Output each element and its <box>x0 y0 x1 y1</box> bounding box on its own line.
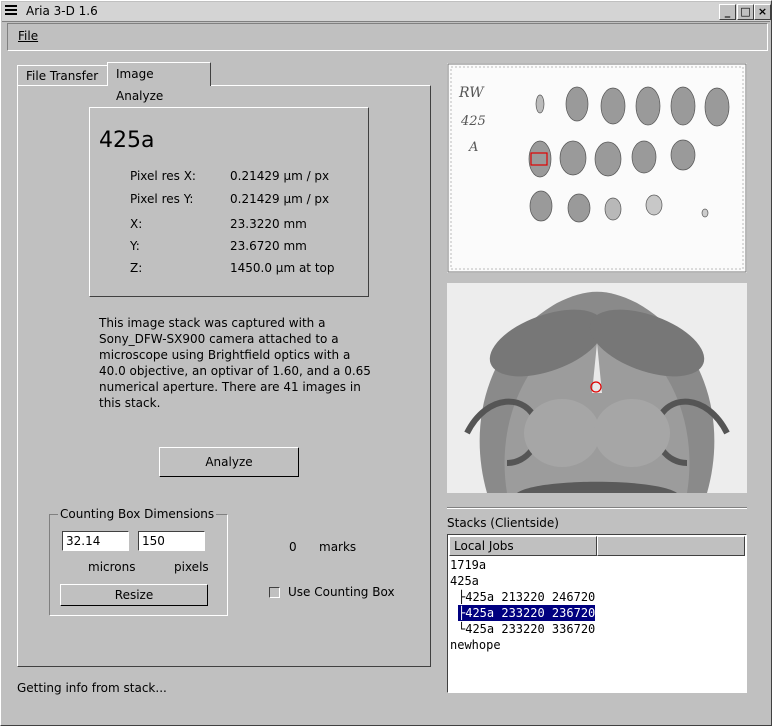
close-button[interactable]: × <box>754 4 771 20</box>
stack-name: 425a <box>99 128 155 153</box>
microns-label: microns <box>88 560 136 574</box>
x-label: X: <box>130 217 143 231</box>
marks-count: 0 <box>289 540 297 554</box>
stacks-title: Stacks (Clientside) <box>447 516 559 530</box>
brain-section-graphic <box>447 283 747 493</box>
y-value: 23.6720 mm <box>230 239 307 253</box>
pixel-res-y-label: Pixel res Y: <box>130 192 194 206</box>
slide-overview-graphic: RW 425 A <box>447 63 747 273</box>
tree-row-425a-213220[interactable]: ├425a 213220 246720 <box>458 589 595 605</box>
counting-box-legend: Counting Box Dimensions <box>58 507 217 521</box>
status-text: Getting info from stack... <box>17 681 167 695</box>
slide-label-line3: A <box>468 140 478 155</box>
pixel-res-x-label: Pixel res X: <box>130 169 196 183</box>
tree-row-1719a[interactable]: 1719a <box>450 557 486 573</box>
slide-label-line1: RW <box>458 85 485 101</box>
tree-row-newhope[interactable]: newhope <box>450 637 501 653</box>
pixels-input[interactable]: 150 <box>138 531 205 551</box>
window-title: Aria 3-D 1.6 <box>26 4 98 18</box>
stacks-separator <box>447 507 747 509</box>
tab-file-transfer[interactable]: File Transfer <box>17 65 109 85</box>
microscope-section-image[interactable] <box>447 283 747 493</box>
stack-description: This image stack was captured with a Son… <box>99 316 371 410</box>
resize-button[interactable]: Resize <box>60 584 208 606</box>
column-header-local-jobs[interactable]: Local Jobs <box>449 536 597 556</box>
app-window: Aria 3-D 1.6 _ □ × File File Transfer Im… <box>0 0 772 726</box>
use-counting-box-label[interactable]: Use Counting Box <box>288 585 395 599</box>
x-value: 23.3220 mm <box>230 217 307 231</box>
marks-label: marks <box>319 540 357 554</box>
stack-info-box: 425a Pixel res X: 0.21429 µm / px Pixel … <box>89 107 369 297</box>
tree-row-425a-233220-336720[interactable]: └425a 233220 336720 <box>458 621 595 637</box>
maximize-button[interactable]: □ <box>737 4 754 20</box>
pixels-label: pixels <box>174 560 209 574</box>
pixel-res-y-value: 0.21429 µm / px <box>230 192 330 206</box>
system-menu-icon[interactable] <box>5 5 17 17</box>
slide-overview-image[interactable]: RW 425 A <box>447 63 747 273</box>
tab-image-analyze[interactable]: Image Analyze <box>107 62 211 103</box>
menu-bar: File <box>7 23 768 51</box>
z-value: 1450.0 µm at top <box>230 261 335 275</box>
column-header-empty[interactable] <box>597 536 745 556</box>
use-counting-box-checkbox[interactable] <box>269 587 280 598</box>
menu-file[interactable]: File <box>18 29 38 43</box>
minimize-button[interactable]: _ <box>719 4 736 20</box>
title-bar[interactable]: Aria 3-D 1.6 _ □ × <box>2 2 771 22</box>
z-label: Z: <box>130 261 143 275</box>
stacks-tree[interactable]: Local Jobs 1719a 425a ├425a 213220 24672… <box>447 534 747 693</box>
analyze-button[interactable]: Analyze <box>159 447 299 477</box>
y-label: Y: <box>130 239 140 253</box>
tree-row-425a-233220-236720[interactable]: ├425a 233220 236720 <box>458 605 596 621</box>
slide-label-line2: 425 <box>460 114 486 129</box>
microns-input[interactable]: 32.14 <box>62 531 129 551</box>
pixel-res-x-value: 0.21429 µm / px <box>230 169 330 183</box>
tree-row-425a[interactable]: 425a <box>450 573 479 589</box>
